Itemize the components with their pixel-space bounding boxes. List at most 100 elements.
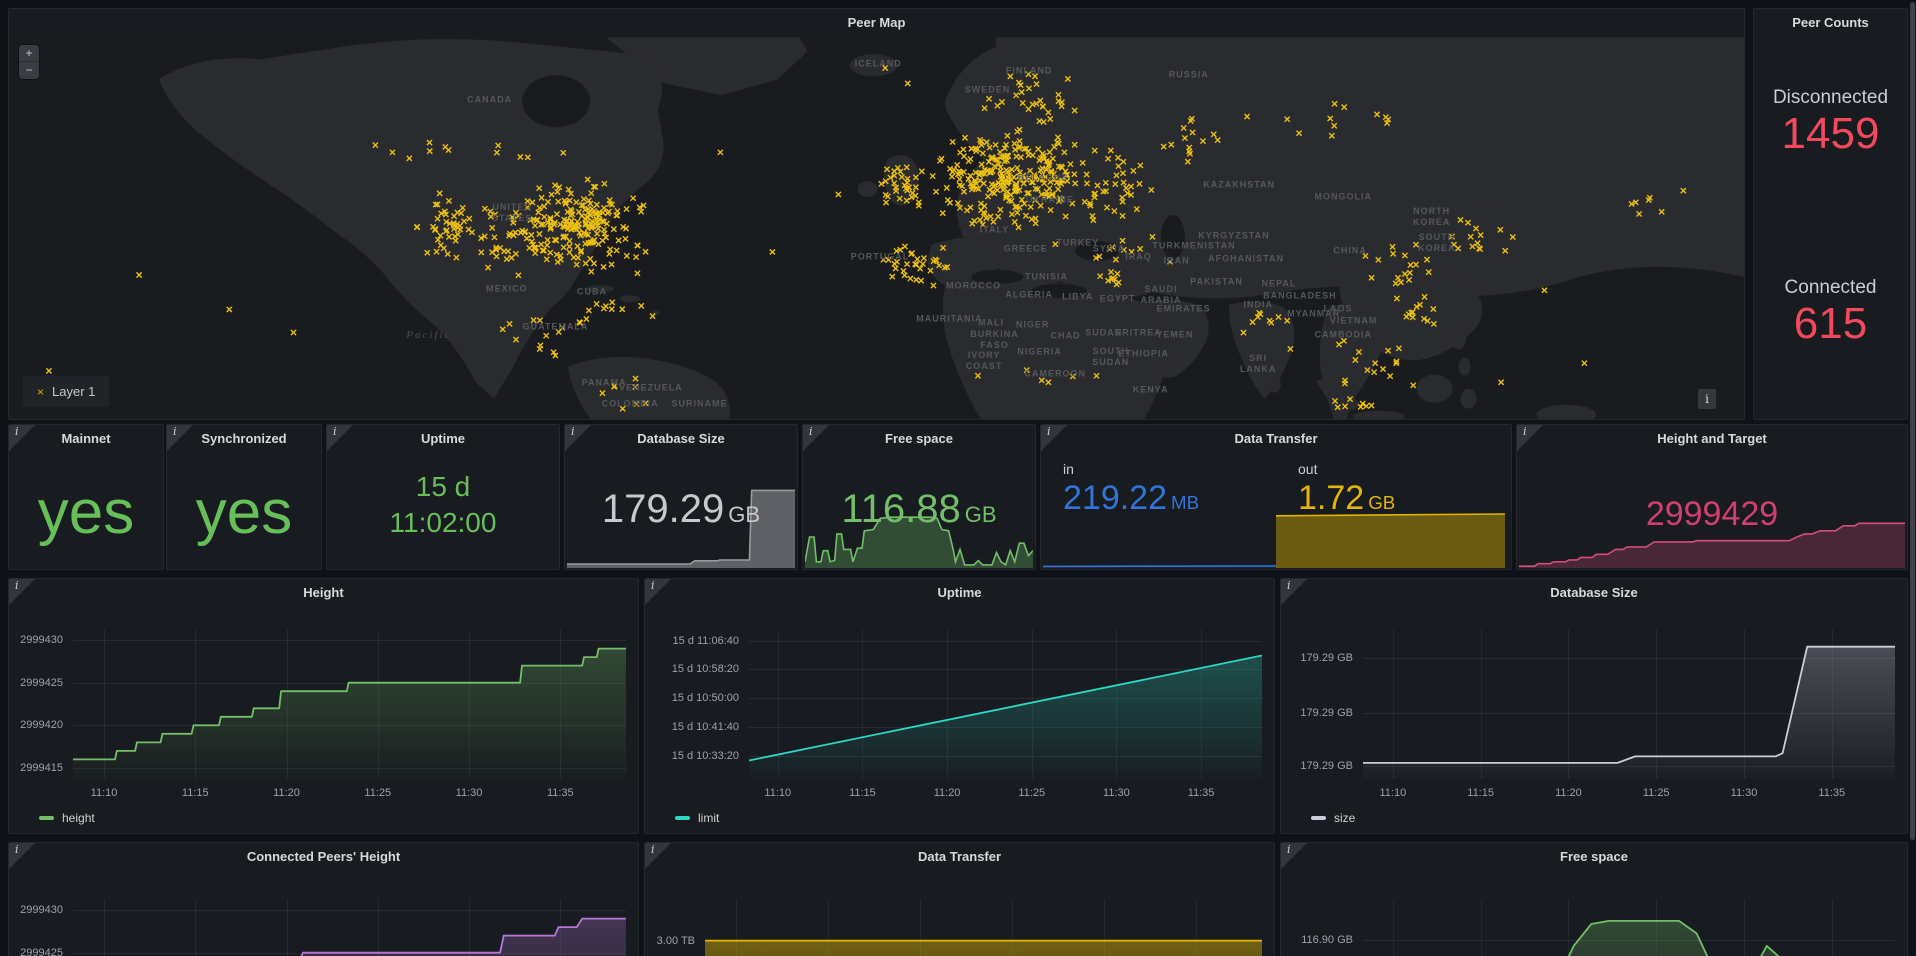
y-axis-tick-label: 179.29 GB <box>1281 651 1353 665</box>
country-label: IRAN <box>1164 256 1190 267</box>
uptime-chart-title[interactable]: Uptime <box>645 579 1274 607</box>
x-axis-tick-label: 11:30 <box>1084 787 1148 799</box>
country-label: TURKMENISTAN <box>1152 241 1235 252</box>
country-label: NIGERIA <box>1017 346 1062 357</box>
height-target-value: 2999429 <box>1517 495 1907 534</box>
x-axis-tick-label: 11:20 <box>915 787 979 799</box>
uptime-stat-panel: i Uptime 15 d 11:02:00 <box>326 424 560 570</box>
info-corner-icon[interactable]: i <box>9 579 35 605</box>
country-label: LAOS <box>1323 303 1352 314</box>
database-size-chart-plot[interactable] <box>1363 629 1895 779</box>
x-axis-tick-label: 11:35 <box>1800 787 1864 799</box>
country-label: SURINAME <box>672 399 728 410</box>
height-chart-plot[interactable] <box>73 629 626 779</box>
country-label: MAURITANIA <box>916 313 982 324</box>
country-label: NEPAL <box>1262 279 1297 290</box>
info-corner-icon[interactable]: i <box>167 425 193 451</box>
info-corner-icon[interactable]: i <box>9 425 35 451</box>
data-transfer-in: in 219.22MB <box>1041 425 1276 569</box>
country-label: BANGLADESH <box>1263 290 1337 301</box>
country-label: COLOMBIA <box>602 399 659 410</box>
info-corner-icon[interactable]: i <box>1281 579 1307 605</box>
in-unit: MB <box>1171 492 1199 513</box>
data-transfer-chart-plot[interactable] <box>705 899 1262 956</box>
in-value: 219.22MB <box>1063 479 1199 518</box>
layer-label: Layer 1 <box>52 384 95 399</box>
info-corner-icon[interactable]: i <box>1281 843 1307 869</box>
y-axis-tick-label: 15 d 10:33:20 <box>645 749 739 763</box>
y-axis-tick-label: 2999420 <box>9 718 63 732</box>
info-corner-icon[interactable]: i <box>9 843 35 869</box>
legend-item[interactable]: height <box>39 811 95 825</box>
world-map[interactable]: CANADAUNITED STATESMEXICOCUBAGUATEMALAPA… <box>9 37 1744 419</box>
legend-item[interactable]: limit <box>675 811 719 825</box>
country-label: CAMBODIA <box>1314 329 1372 340</box>
free-space-value: 116.88GB <box>803 487 1035 532</box>
database-size-chart-title[interactable]: Database Size <box>1281 579 1907 607</box>
country-label: NORTH KOREA <box>1413 206 1451 228</box>
free-space-chart-plot[interactable] <box>1363 899 1895 956</box>
connected-peers-height-plot[interactable] <box>73 899 626 956</box>
uptime-chart-plot[interactable] <box>749 629 1262 779</box>
connected-value: 615 <box>1754 301 1907 347</box>
height-chart-title[interactable]: Height <box>9 579 638 607</box>
page-scrollbar[interactable] <box>1910 2 1915 840</box>
country-label: SYRIA <box>1093 244 1126 255</box>
peer-counts-title[interactable]: Peer Counts <box>1754 9 1907 37</box>
country-label: NIGER <box>1016 319 1050 330</box>
free-space-chart-panel: i Free space 116.90 GB11:1011:1511:2011:… <box>1280 842 1908 956</box>
country-label: CANADA <box>467 95 512 106</box>
country-label: MALI <box>978 317 1004 328</box>
out-sparkline <box>1276 478 1505 568</box>
in-sparkline <box>1043 528 1276 568</box>
database-size-chart-panel: i Database Size 179.29 GB179.29 GB179.29… <box>1280 578 1908 834</box>
country-label: UKRAINE <box>1026 194 1074 205</box>
y-axis-tick-label: 15 d 11:06:40 <box>645 634 739 648</box>
x-axis-tick-label: 11:25 <box>1624 787 1688 799</box>
y-axis-tick-label: 179.29 GB <box>1281 759 1353 773</box>
free-space-chart-title[interactable]: Free space <box>1281 843 1907 871</box>
country-label: VENEZUELA <box>619 383 683 394</box>
info-corner-icon[interactable]: i <box>803 425 829 451</box>
info-corner-icon[interactable]: i <box>327 425 353 451</box>
info-corner-icon[interactable]: i <box>645 843 671 869</box>
info-corner-icon[interactable]: i <box>1517 425 1543 451</box>
data-transfer-chart-title[interactable]: Data Transfer <box>645 843 1274 871</box>
legend-label: size <box>1334 811 1355 825</box>
x-axis-tick-label: 11:35 <box>1169 787 1233 799</box>
x-axis-tick-label: 11:30 <box>437 787 501 799</box>
map-attribution-button[interactable]: i <box>1698 389 1716 409</box>
uptime-stat-title[interactable]: Uptime <box>327 425 559 453</box>
country-label: BURKINA FASO <box>970 329 1019 351</box>
info-corner-icon[interactable]: i <box>565 425 591 451</box>
disconnected-label: Disconnected <box>1754 87 1907 109</box>
legend-item[interactable]: size <box>1311 811 1355 825</box>
x-axis-tick-label: 11:10 <box>72 787 136 799</box>
free-space-stat-title[interactable]: Free space <box>803 425 1035 453</box>
legend-swatch-icon <box>675 816 690 820</box>
country-label: SUDAN <box>1085 327 1122 338</box>
country-label: CHINA <box>1333 246 1367 257</box>
map-layer-toggle[interactable]: × Layer 1 <box>23 376 109 407</box>
database-size-stat-title[interactable]: Database Size <box>565 425 797 453</box>
connected-peers-height-title[interactable]: Connected Peers' Height <box>9 843 638 871</box>
legend-swatch-icon <box>1311 816 1326 820</box>
mainnet-panel: i Mainnet yes <box>8 424 164 570</box>
x-axis-tick-label: 11:15 <box>830 787 894 799</box>
country-label: SOUTH KOREA <box>1418 232 1456 254</box>
x-axis-tick-label: 11:35 <box>528 787 592 799</box>
country-label: KYRGYZSTAN <box>1198 231 1269 242</box>
map-zoom-in-button[interactable]: + <box>19 45 39 62</box>
peer-map-title[interactable]: Peer Map <box>9 9 1744 37</box>
info-corner-icon[interactable]: i <box>1041 425 1067 451</box>
y-axis-tick-label: 15 d 10:58:20 <box>645 662 739 676</box>
free-space-unit: GB <box>965 502 997 527</box>
country-label: CHAD <box>1051 330 1081 341</box>
map-zoom-out-button[interactable]: − <box>19 62 39 79</box>
height-target-title[interactable]: Height and Target <box>1517 425 1907 453</box>
y-axis-tick-label: 15 d 10:41:40 <box>645 720 739 734</box>
info-corner-icon[interactable]: i <box>645 579 671 605</box>
y-axis-tick-label: 2999430 <box>9 903 63 917</box>
country-label: MOROCCO <box>946 281 1001 292</box>
grafana-dashboard: Peer Map <box>0 0 1916 956</box>
